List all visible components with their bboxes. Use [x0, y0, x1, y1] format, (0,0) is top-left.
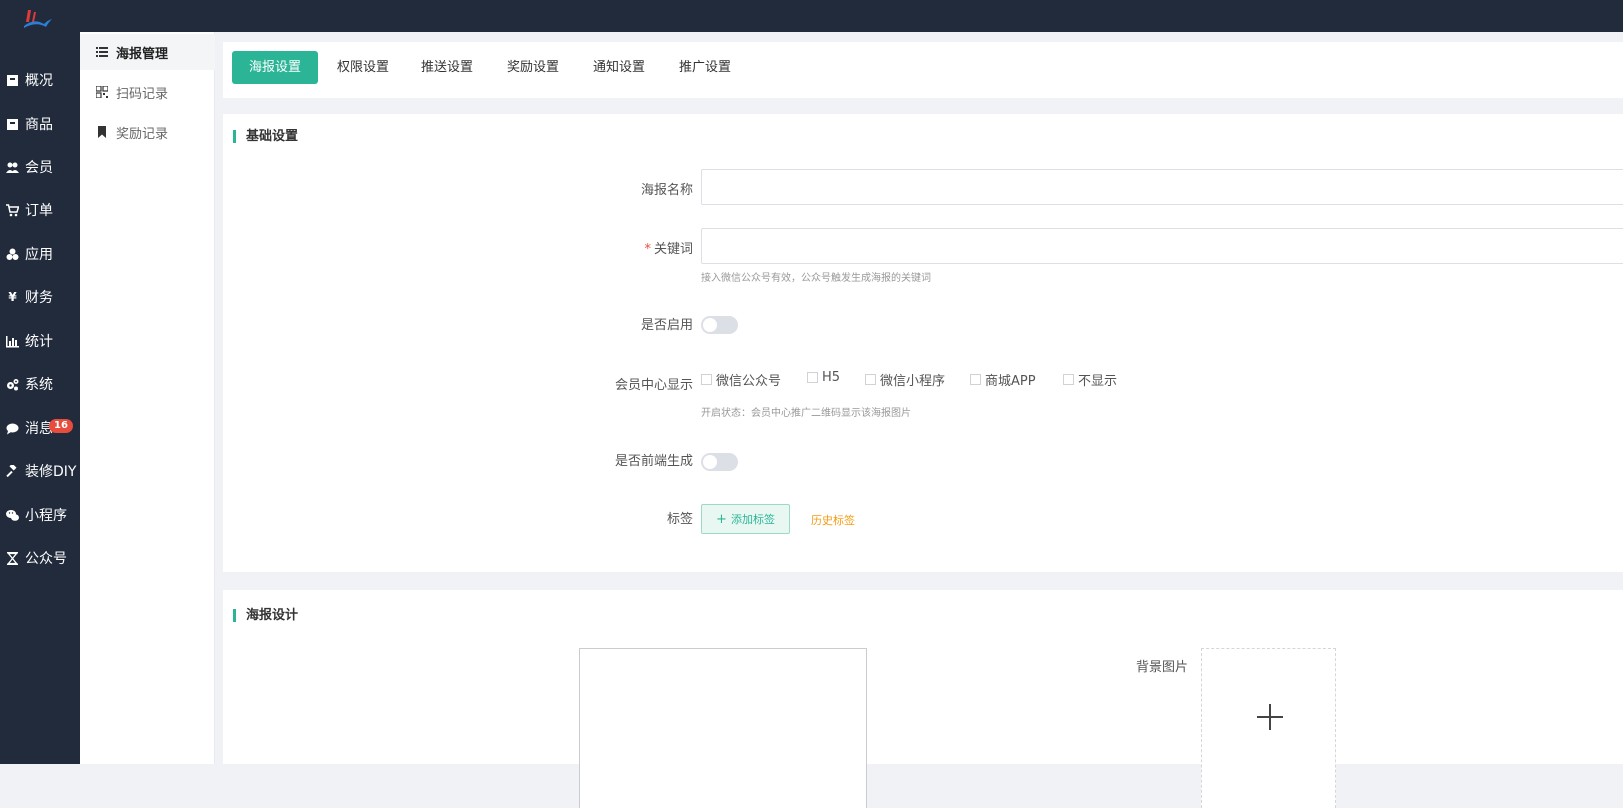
tab-notification-settings[interactable]: 通知设置: [576, 51, 662, 84]
plus-icon: [1257, 704, 1283, 730]
subnav-item-reward-records[interactable]: 奖励记录: [80, 114, 215, 150]
sidebar-item-statistics[interactable]: 统计: [0, 328, 80, 354]
enable-toggle[interactable]: [701, 316, 738, 334]
sidebar-item-goods[interactable]: 商品: [0, 111, 80, 137]
sidebar-item-diy[interactable]: 装修DIY: [0, 458, 80, 484]
settings-tabs: 海报设置 权限设置 推送设置 奖励设置 通知设置 推广设置: [223, 42, 1623, 98]
basic-settings-card: 基础设置 海报名称 * 关键词 接入微信公众号有效，公众号触发生成海报的关键词 是…: [223, 114, 1623, 572]
sidebar-item-label: 订单: [25, 203, 53, 219]
enable-label: 是否启用: [640, 318, 693, 333]
member-center-label: 会员中心显示: [614, 378, 693, 393]
top-bar: [0, 0, 1623, 32]
sidebar-item-label: 公众号: [25, 551, 67, 567]
sidebar-item-label: 概况: [25, 73, 53, 89]
keyword-label-text: 关键词: [653, 242, 693, 257]
add-tag-label: 添加标签: [730, 513, 775, 526]
comment-icon: [6, 422, 19, 435]
tab-poster-settings[interactable]: 海报设置: [232, 51, 319, 84]
add-tag-button[interactable]: + 添加标签: [701, 504, 790, 534]
checkbox-label: 商城APP: [985, 374, 1036, 389]
required-marker: *: [644, 242, 651, 257]
member-center-option-wechat-official[interactable]: 微信公众号: [701, 370, 781, 389]
checkbox[interactable]: [1063, 374, 1074, 385]
section-title: 海报设计: [233, 609, 298, 622]
chart-icon: [6, 335, 19, 348]
sidebar-item-apps[interactable]: 应用: [0, 241, 80, 267]
logo-icon[interactable]: [22, 8, 54, 30]
sidebar-item-official-account[interactable]: 公众号: [0, 545, 80, 571]
background-image-label: 背景图片: [1135, 660, 1188, 675]
yuan-icon: ¥: [8, 290, 17, 304]
overview-icon: [6, 74, 19, 87]
poster-preview-canvas[interactable]: [579, 648, 867, 808]
wechat-icon: [6, 509, 19, 522]
sidebar-item-orders[interactable]: 订单: [0, 197, 80, 223]
checkbox[interactable]: [807, 372, 818, 383]
poster-name-label: 海报名称: [640, 183, 693, 198]
message-count-badge: 16: [49, 419, 73, 433]
member-center-hint: 开启状态：会员中心推广二维码显示该海报图片: [701, 408, 911, 419]
subnav-item-label: 奖励记录: [116, 126, 169, 142]
main-sidebar: [0, 32, 80, 764]
checkbox-label: 微信小程序: [880, 374, 946, 389]
sidebar-item-label: 系统: [25, 377, 53, 393]
section-title: 基础设置: [233, 130, 298, 143]
apps-icon: [6, 248, 19, 261]
subnav-item-scan-records[interactable]: 扫码记录: [80, 74, 215, 110]
sidebar-item-label: 应用: [25, 247, 53, 263]
sidebar-item-label: 装修DIY: [25, 464, 77, 480]
member-center-option-app[interactable]: 商城APP: [970, 370, 1036, 389]
sidebar-item-label: 商品: [25, 117, 53, 133]
checkbox-label: H5: [822, 370, 841, 385]
sidebar-item-label: 统计: [25, 334, 53, 350]
checkbox[interactable]: [701, 374, 712, 385]
goods-icon: [6, 118, 19, 131]
member-center-option-miniprogram[interactable]: 微信小程序: [865, 370, 945, 389]
sidebar-item-system[interactable]: 系统: [0, 371, 80, 397]
frontend-generate-toggle[interactable]: [701, 453, 738, 471]
member-center-option-h5[interactable]: H5: [807, 370, 840, 385]
tab-promotion-settings[interactable]: 推广设置: [662, 51, 748, 84]
checkbox[interactable]: [970, 374, 981, 385]
hourglass-icon: [6, 551, 19, 565]
sidebar-item-label: 财务: [25, 290, 53, 306]
poster-name-input[interactable]: [701, 169, 1623, 205]
tab-reward-settings[interactable]: 奖励设置: [490, 51, 576, 84]
list-icon: [96, 47, 108, 57]
tab-permission-settings[interactable]: 权限设置: [320, 51, 406, 84]
gavel-icon: [6, 464, 19, 478]
keyword-hint: 接入微信公众号有效，公众号触发生成海报的关键词: [701, 273, 931, 284]
sidebar-item-members[interactable]: 会员: [0, 154, 80, 180]
keyword-input[interactable]: [701, 228, 1623, 264]
sidebar-item-label: 会员: [25, 160, 53, 176]
poster-design-card: 海报设计 背景图片: [223, 590, 1623, 808]
subnav-item-poster-management[interactable]: 海报管理: [80, 34, 215, 70]
qrcode-icon: [96, 86, 108, 98]
checkbox-label: 不显示: [1078, 374, 1118, 389]
sidebar-item-label: 小程序: [25, 508, 67, 524]
tags-label: 标签: [666, 512, 693, 527]
frontend-generate-label: 是否前端生成: [614, 454, 693, 469]
checkbox[interactable]: [865, 374, 876, 385]
plus-icon: +: [716, 511, 727, 527]
bookmark-icon: [98, 126, 106, 138]
member-center-option-none[interactable]: 不显示: [1063, 370, 1117, 389]
checkbox-label: 微信公众号: [716, 374, 782, 389]
cart-icon: [6, 203, 19, 217]
members-icon: [6, 161, 19, 174]
sidebar-item-overview[interactable]: 概况: [0, 67, 80, 93]
subnav-item-label: 扫码记录: [116, 86, 169, 102]
keyword-label: * 关键词: [573, 238, 693, 257]
background-image-upload[interactable]: [1201, 648, 1336, 808]
gears-icon: [6, 378, 19, 391]
subnav-item-label: 海报管理: [116, 46, 169, 62]
sidebar-item-finance[interactable]: ¥ 财务: [0, 284, 80, 310]
history-tags-link[interactable]: 历史标签: [811, 512, 855, 528]
tab-push-settings[interactable]: 推送设置: [404, 51, 490, 84]
sidebar-item-miniprogram[interactable]: 小程序: [0, 502, 80, 528]
